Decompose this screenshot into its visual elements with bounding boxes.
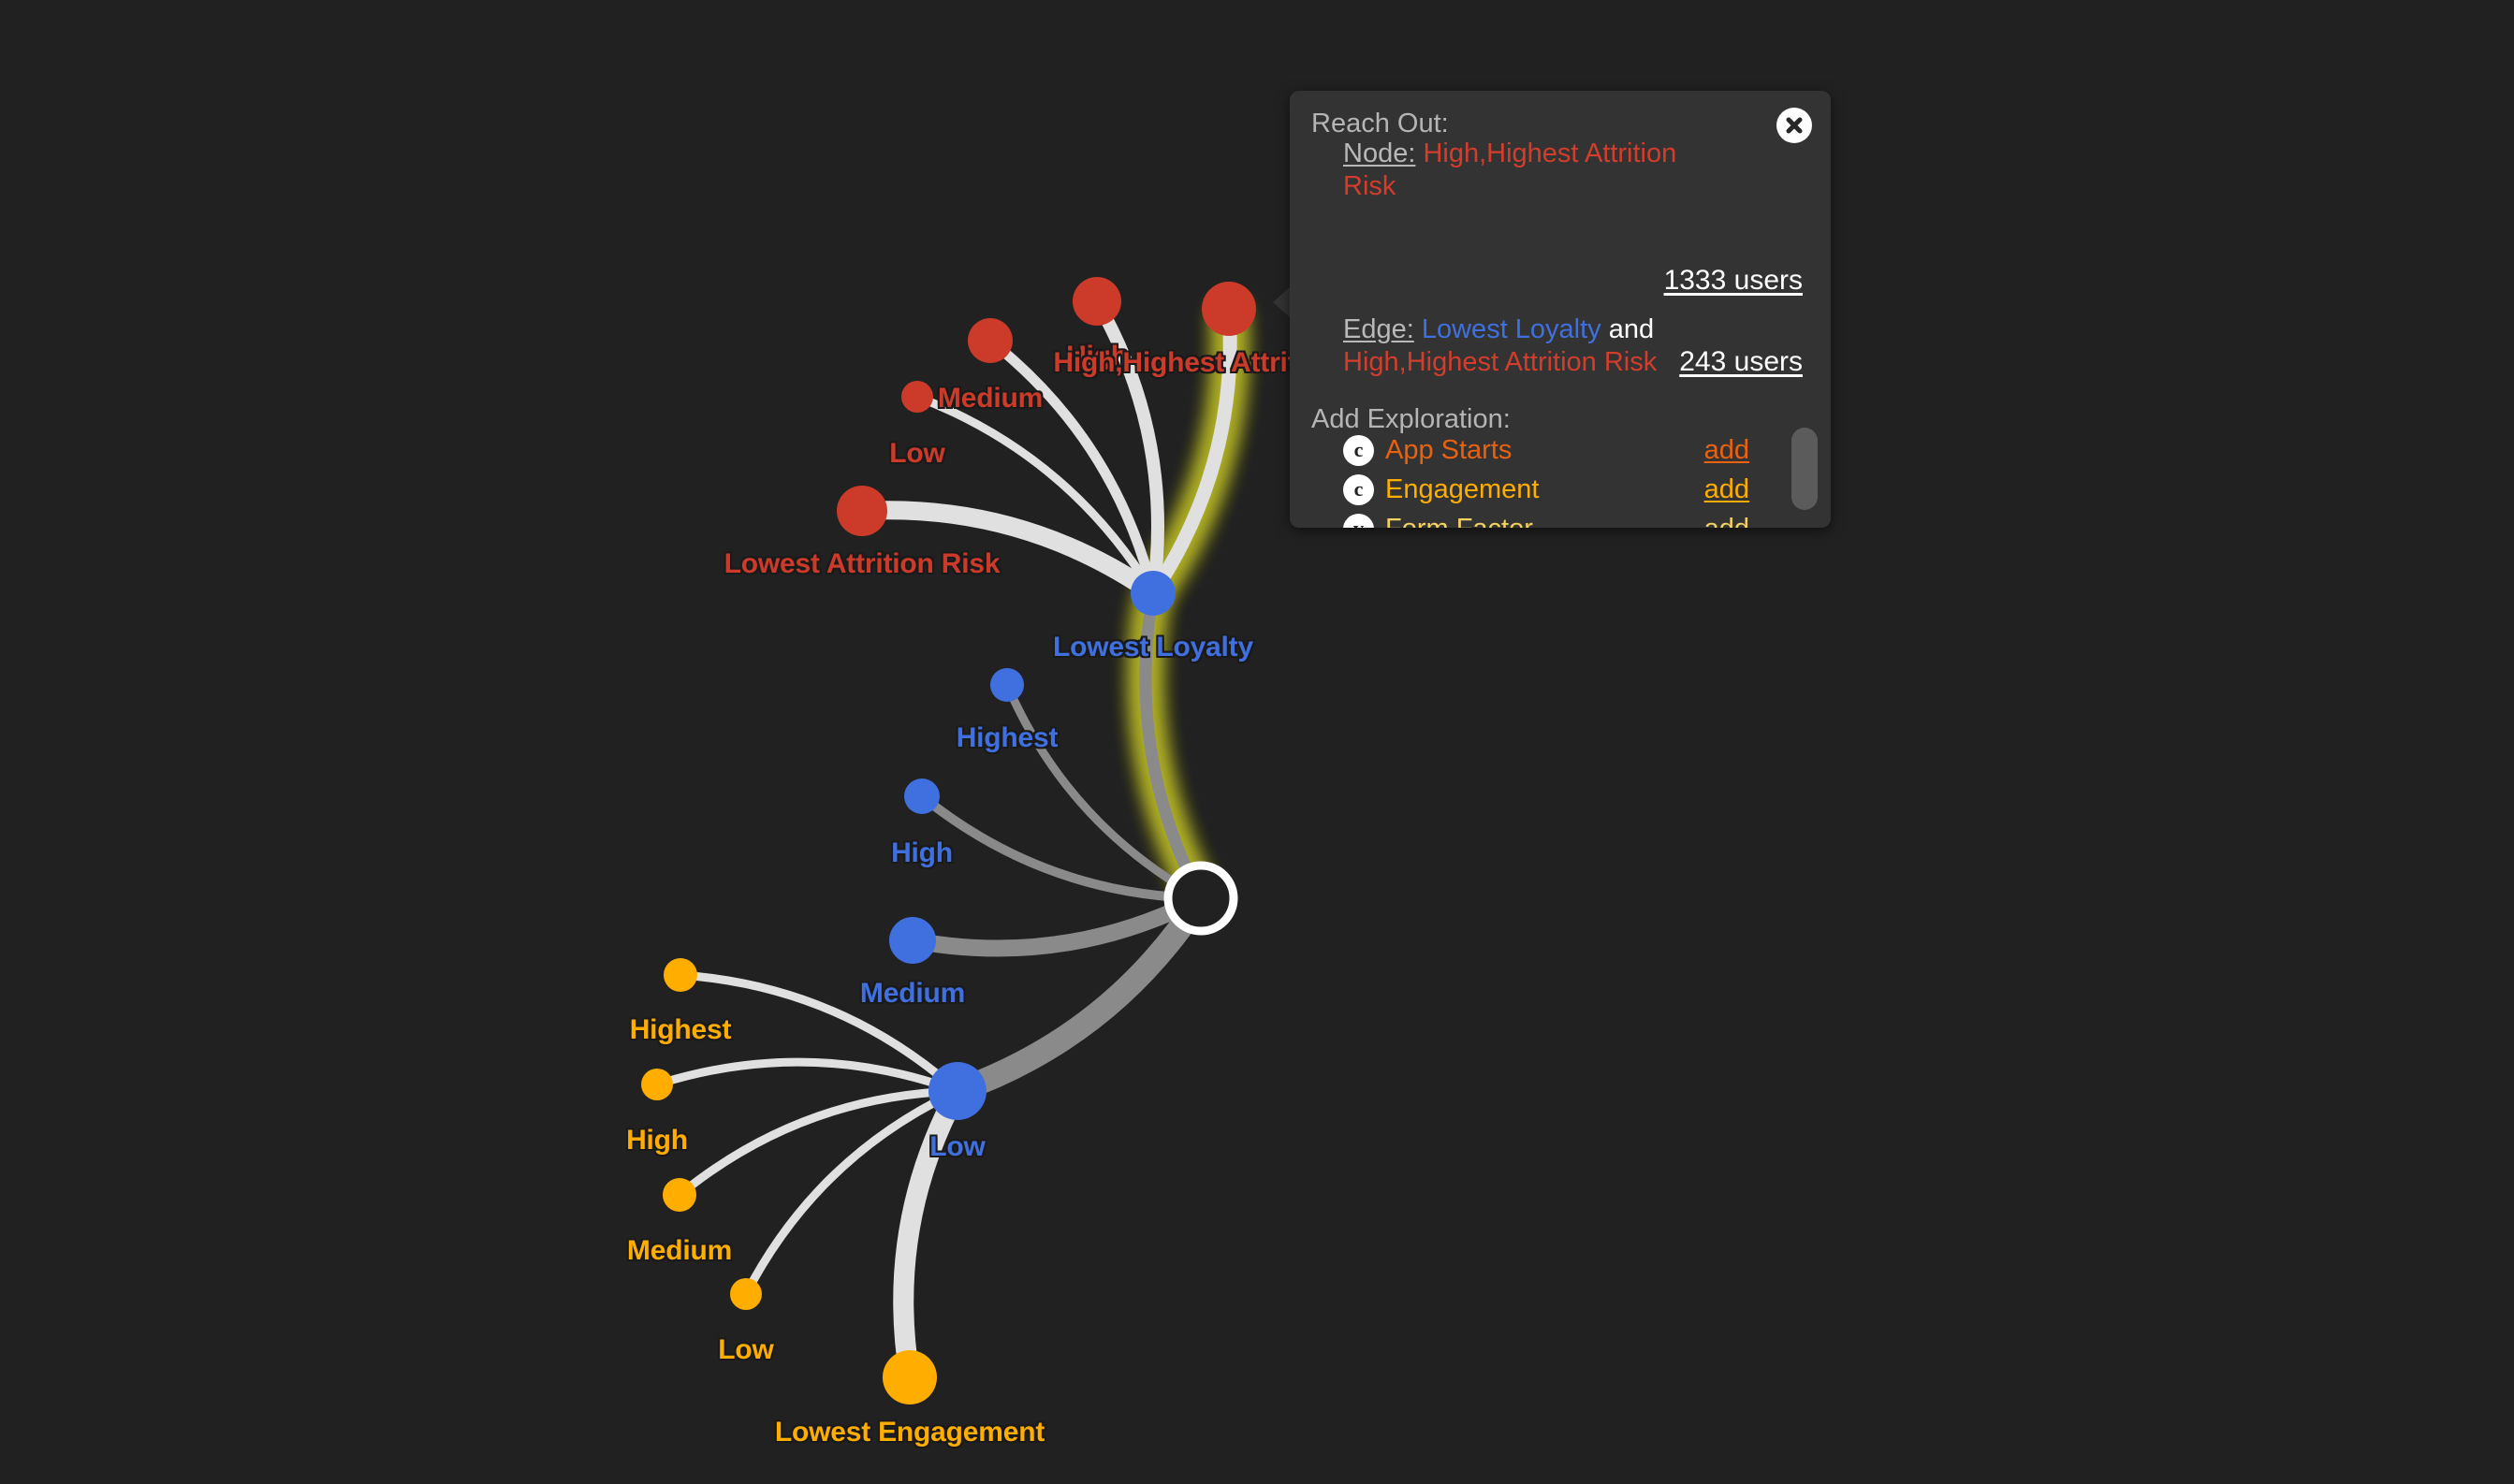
exploration-add-link[interactable]: add	[1704, 474, 1749, 505]
graph-node-loyalty-high[interactable]	[904, 778, 940, 814]
edge-conjunction-label: and	[1608, 314, 1655, 344]
graph-edge[interactable]	[853, 501, 1162, 603]
node-detail-block: Node: High,Highest Attrition Risk	[1343, 138, 1736, 203]
close-x-glyph	[1786, 117, 1803, 134]
graph-node-attrition-medium[interactable]	[968, 318, 1013, 363]
node-users-count[interactable]: 1333 users	[1664, 265, 1803, 297]
exploration-type-badge-icon: v	[1343, 513, 1374, 528]
exploration-name: Engagement	[1385, 473, 1540, 504]
exploration-row[interactable]: c Engagement add	[1343, 470, 1802, 509]
edge-users-count[interactable]: 243 users	[1679, 346, 1803, 378]
close-icon[interactable]	[1776, 108, 1812, 143]
graph-node-engagement-high[interactable]	[641, 1069, 673, 1100]
exploration-row[interactable]: v Form Factor add	[1343, 509, 1802, 528]
graph-node-loyalty-low[interactable]	[928, 1062, 987, 1120]
graph-node-engagement-highest[interactable]	[664, 958, 697, 992]
graph-svg	[641, 277, 1256, 1404]
graph-node-loyalty-highest[interactable]	[990, 668, 1024, 702]
edge-source-label: Lowest Loyalty	[1421, 314, 1601, 344]
edge-layer	[652, 295, 1237, 1388]
exploration-row[interactable]: c App Starts add	[1343, 430, 1802, 470]
exploration-name: Form Factor	[1385, 514, 1533, 529]
node-key-label: Node:	[1343, 138, 1416, 168]
graph-edge[interactable]	[945, 886, 1213, 1103]
reach-out-heading: Reach Out:	[1311, 109, 1449, 138]
graph-node-engagement-medium[interactable]	[663, 1178, 696, 1212]
edge-target-label: High,Highest Attrition Risk	[1343, 347, 1658, 377]
graph-canvas[interactable]: Lowest Attrition Risk Low Medium High High,H…	[0, 0, 2514, 1484]
reach-out-popup[interactable]: Reach Out: Node: High,Highest Attrition …	[1290, 91, 1831, 528]
center-ring-node[interactable]	[1163, 861, 1238, 936]
graph-node-loyalty-medium[interactable]	[889, 917, 936, 964]
exploration-type-badge-icon: c	[1343, 434, 1374, 466]
graph-node-engagement-lowest[interactable]	[883, 1350, 937, 1404]
graph-edge[interactable]	[893, 1081, 968, 1388]
graph-edge[interactable]	[652, 1057, 962, 1096]
graph-node-attrition-high[interactable]	[1073, 277, 1121, 326]
scrollbar-thumb[interactable]	[1791, 428, 1818, 510]
graph-node-attrition-low[interactable]	[901, 381, 933, 413]
exploration-add-link[interactable]: add	[1704, 435, 1749, 466]
graph-node-attrition-lowest[interactable]	[837, 486, 887, 536]
exploration-type-badge-icon: c	[1343, 473, 1374, 505]
edge-detail-block: Edge: Lowest Loyalty and High,Highest At…	[1343, 313, 1736, 379]
exploration-name: App Starts	[1385, 434, 1513, 465]
popup-pointer-arrow	[1273, 286, 1291, 318]
popup-scrollbar[interactable]	[1791, 428, 1818, 528]
node-detail-line: Node: High,Highest Attrition Risk	[1343, 138, 1736, 203]
exploration-add-link[interactable]: add	[1704, 514, 1749, 529]
graph-node-attrition-highhighest[interactable]	[1202, 282, 1256, 336]
edge-key-label: Edge:	[1343, 314, 1414, 344]
exploration-list[interactable]: c App Starts add c Engagement add v Form Factor…	[1343, 430, 1802, 528]
graph-node-loyalty-lowest[interactable]	[1131, 571, 1176, 616]
graph-node-engagement-low[interactable]	[730, 1278, 762, 1310]
edge-detail-line: Edge: Lowest Loyalty and High,Highest At…	[1343, 313, 1736, 379]
